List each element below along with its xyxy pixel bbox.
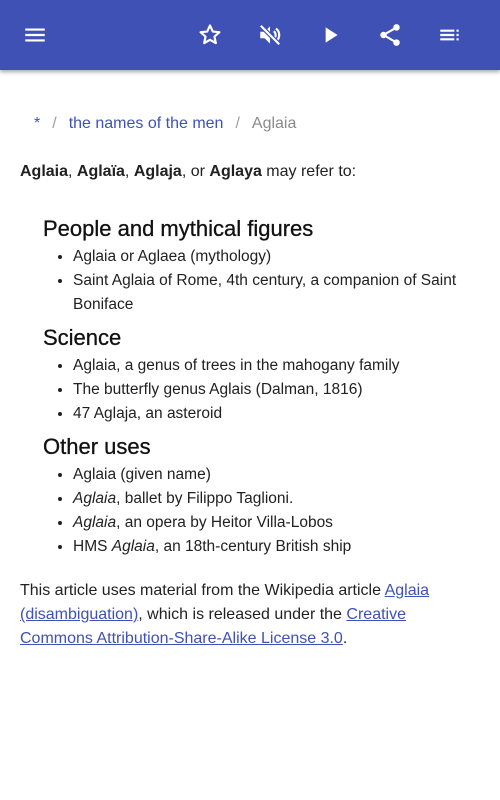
star-outline-icon (199, 24, 221, 45)
favorite-button[interactable] (185, 10, 235, 60)
list-item: Aglaia, a genus of trees in the mahogany… (73, 354, 483, 378)
list-item: Aglaia, ballet by Filippo Taglioni. (73, 487, 483, 511)
intro-separator: , or (181, 163, 210, 180)
breadcrumb-parent-link[interactable]: the names of the men (69, 115, 224, 132)
section-heading: Science (43, 325, 122, 350)
breadcrumb-root-link[interactable]: * (34, 115, 40, 132)
play-button[interactable] (305, 10, 355, 60)
hamburger-menu-icon (25, 28, 45, 42)
term: Aglaya (209, 163, 262, 180)
volume-off-icon (259, 24, 281, 46)
item-title: Aglaia (111, 538, 155, 555)
footer-text: . (342, 630, 348, 647)
breadcrumb-current: Aglaia (251, 115, 297, 132)
share-button[interactable] (365, 10, 415, 60)
term: Aglaia (20, 163, 69, 180)
breadcrumb-separator: / (52, 115, 57, 132)
breadcrumb-separator: / (235, 115, 240, 132)
menu-button[interactable] (10, 10, 60, 60)
sections: People and mythical figures Aglaia or Ag… (43, 216, 483, 567)
list-icon (440, 29, 459, 41)
list-item: 47 Aglaja, an asteroid (73, 402, 483, 426)
section-list: Aglaia or Aglaea (mythology) Saint Aglai… (43, 245, 483, 317)
item-title: Aglaia (73, 490, 117, 507)
mute-button[interactable] (245, 10, 295, 60)
list-item: Saint Aglaia of Rome, 4th century, a com… (73, 269, 483, 317)
item-prefix: HMS (73, 538, 112, 555)
attribution-footer: This article uses material from the Wiki… (20, 579, 460, 651)
footer-text: , which is released under the (138, 606, 347, 623)
item-text: Aglaia (given name) (73, 466, 211, 483)
list-item: Aglaia or Aglaea (mythology) (73, 245, 483, 269)
item-text: , an opera by Heitor Villa-Lobos (116, 514, 333, 531)
list-item: HMS Aglaia, an 18th-century British ship (73, 535, 483, 559)
intro-paragraph: Aglaia, Aglaïa, Aglaja, or Aglaya may re… (20, 163, 356, 181)
section-list: Aglaia, a genus of trees in the mahogany… (43, 354, 483, 426)
section-heading: Other uses (43, 434, 151, 459)
list-item: Aglaia, an opera by Heitor Villa-Lobos (73, 511, 483, 535)
intro-separator: , (68, 163, 77, 180)
item-text: , an 18th-century British ship (154, 538, 352, 555)
term: Aglaja (133, 163, 182, 180)
section-heading: People and mythical figures (43, 216, 314, 241)
list-item: Aglaia (given name) (73, 463, 483, 487)
app-bar (0, 0, 500, 70)
footer-text: This article uses material from the Wiki… (20, 582, 385, 599)
section-list: Aglaia (given name) Aglaia, ballet by Fi… (43, 463, 483, 559)
breadcrumb: * / the names of the men / Aglaia (34, 115, 296, 133)
intro-suffix: may refer to: (261, 163, 357, 180)
term: Aglaïa (76, 163, 125, 180)
list-item: The butterfly genus Aglais (Dalman, 1816… (73, 378, 483, 402)
play-icon (325, 27, 338, 43)
item-text: , ballet by Filippo Taglioni. (116, 490, 294, 507)
item-title: Aglaia (73, 514, 117, 531)
intro-separator: , (124, 163, 134, 180)
share-icon (380, 24, 400, 46)
toc-button[interactable] (425, 10, 475, 60)
